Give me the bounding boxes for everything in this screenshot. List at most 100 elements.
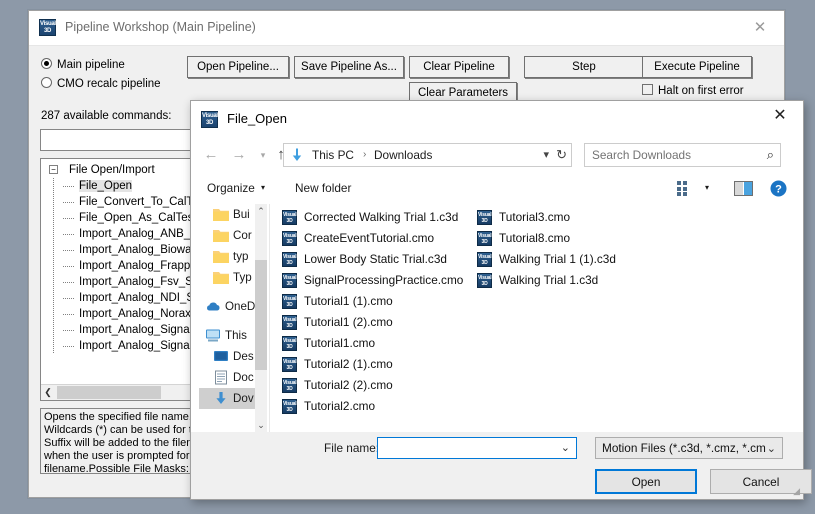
visual3d-file-icon: Visual3D [282,336,297,351]
save-pipeline-as-button[interactable]: Save Pipeline As... [294,56,404,78]
nav-item[interactable]: Cor [199,225,255,246]
forward-icon[interactable]: → [227,143,251,167]
file-list-item-label: Tutorial1.cmo [304,336,375,350]
tree-scroll-left-arrow[interactable]: ❮ [41,385,55,400]
file-type-filter-combo[interactable]: Motion Files (*.c3d, *.cmz, *.cm ⌄ [595,437,783,459]
visual3d-file-icon: Visual3D [477,210,492,225]
file-list-pane[interactable]: Visual3DCorrected Walking Trial 1.c3dVis… [269,204,795,432]
file-list-item[interactable]: Visual3DTutorial1 (2).cmo [282,312,393,333]
organize-chevron-down-icon[interactable]: ▾ [261,183,265,192]
radio-main-pipeline-indicator [41,58,52,69]
navigation-pane-scrollbar[interactable]: ⌃ ⌄ [255,204,267,432]
folder-icon [213,207,229,222]
file-list-item[interactable]: Visual3DTutorial1 (1).cmo [282,291,393,312]
breadcrumb-item-1[interactable]: Downloads [374,148,432,162]
search-icon: ⌕ [767,147,774,163]
halt-on-first-error-checkbox[interactable]: Halt on first error [642,84,744,97]
documents-icon [213,370,229,385]
radio-cmo-recalc-pipeline[interactable]: CMO recalc pipeline [41,77,161,90]
nav-scroll-up-arrow[interactable]: ⌃ [255,204,267,218]
nav-item[interactable]: Doc [199,367,255,388]
clear-pipeline-button[interactable]: Clear Pipeline [409,56,509,78]
address-chevron-down-icon[interactable]: ▾ [543,148,549,161]
file-list-item[interactable]: Visual3DTutorial8.cmo [477,228,570,249]
tree-item-label: File_Convert_To_CalTest [79,196,207,208]
nav-item-label: This [225,329,247,342]
desktop-icon [213,349,229,364]
visual3d-file-icon: Visual3D [282,315,297,330]
help-icon[interactable]: ? [770,180,787,197]
radio-main-pipeline-label: Main pipeline [57,59,125,71]
tree-root-label: File Open/Import [49,164,155,176]
folder-icon [213,270,229,285]
tree-tick [63,250,75,251]
file-name-input[interactable]: ⌄ [377,437,577,459]
main-window-close-button[interactable]: ✕ [740,15,780,41]
step-button[interactable]: Step [524,56,644,78]
nav-scroll-down-arrow[interactable]: ⌄ [255,418,267,432]
file-list-item-label: Walking Trial 1 (1).c3d [499,252,616,266]
file-list-item[interactable]: Visual3D CreateEventTutorial.cmo [282,228,434,249]
breadcrumb-item-0[interactable]: This PC [312,148,354,162]
tree-item-label: File_Open_As_CalTest [79,212,197,224]
nav-item-label: Dov [233,392,254,405]
nav-item[interactable]: Dov [199,388,255,409]
nav-item-label: Typ [233,271,252,284]
file-list-item[interactable]: Visual3DTutorial2 (2).cmo [282,375,393,396]
file-list-item[interactable]: Visual3DLower Body Static Trial.c3d [282,249,447,270]
resize-grip-icon[interactable]: ◢ [793,486,800,497]
radio-main-pipeline[interactable]: Main pipeline [41,58,125,71]
visual3d-file-icon: Visual3D [282,252,297,267]
execute-pipeline-button[interactable]: Execute Pipeline [642,56,752,78]
tree-scroll-thumb[interactable] [57,386,161,399]
file-list-item[interactable]: Visual3DTutorial3.cmo [477,207,570,228]
navigation-pane[interactable]: Bui Cor typ Typ OneD This DesDoc Dov [199,204,255,432]
file-name-chevron-down-icon[interactable]: ⌄ [561,441,570,454]
preview-pane-icon[interactable] [734,181,753,196]
view-list-icon[interactable] [677,181,693,196]
tree-expander-icon[interactable]: − [49,165,58,174]
open-button[interactable]: Open [595,469,697,494]
file-list-item-label: CreateEventTutorial.cmo [304,231,434,245]
tree-tick [63,234,75,235]
nav-scroll-thumb[interactable] [255,260,267,370]
folder-icon [213,228,229,243]
visual3d-app-icon: Visual3D [201,111,218,128]
visual3d-file-icon: Visual3D [282,357,297,372]
tree-tick [63,298,75,299]
file-list-item[interactable]: Visual3DTutorial2.cmo [282,396,375,417]
file-list-item-label: Tutorial2 (1).cmo [304,357,393,371]
file-list-item[interactable]: Visual3DWalking Trial 1 (1).c3d [477,249,616,270]
nav-item-label: Cor [233,229,252,242]
refresh-icon[interactable]: ↻ [556,147,567,163]
file-list-item[interactable]: Visual3D Tutorial1.cmo [282,333,375,354]
breadcrumb-separator: › [363,149,366,160]
nav-item[interactable]: OneD [199,296,255,317]
tree-guideline [53,338,54,354]
back-icon[interactable]: ← [199,143,223,167]
main-window-title: Pipeline Workshop (Main Pipeline) [65,20,256,34]
visual3d-file-icon: Visual3D [282,231,297,246]
open-pipeline-button[interactable]: Open Pipeline... [187,56,289,78]
new-folder-button[interactable]: New folder [295,181,351,195]
dialog-close-button[interactable]: ✕ [757,101,803,131]
nav-item[interactable]: Bui [199,204,255,225]
tree-guideline [53,274,54,290]
nav-item[interactable]: Typ [199,267,255,288]
file-list-item[interactable]: Visual3DWalking Trial 1.c3d [477,270,598,291]
organize-button[interactable]: Organize [207,181,255,195]
file-type-chevron-down-icon[interactable]: ⌄ [767,439,776,459]
tree-tick [63,314,75,315]
file-list-item[interactable]: Visual3DSignalProcessingPractice.cmo [282,270,463,291]
file-list-item[interactable]: Visual3D Tutorial2 (1).cmo [282,354,393,375]
file-list-item[interactable]: Visual3DCorrected Walking Trial 1.c3d [282,207,458,228]
tree-item-label: Import_Analog_Signals [79,324,198,336]
nav-item[interactable]: This [199,325,255,346]
address-bar[interactable]: This PC › Downloads ▾ ↻ [283,143,572,167]
view-chevron-down-icon[interactable]: ▾ [705,183,709,192]
search-box[interactable]: Search Downloads ⌕ [584,143,781,167]
nav-item[interactable]: typ [199,246,255,267]
visual3d-file-icon: Visual3D [282,399,297,414]
nav-item[interactable]: Des [199,346,255,367]
radio-cmo-recalc-indicator [41,77,52,88]
